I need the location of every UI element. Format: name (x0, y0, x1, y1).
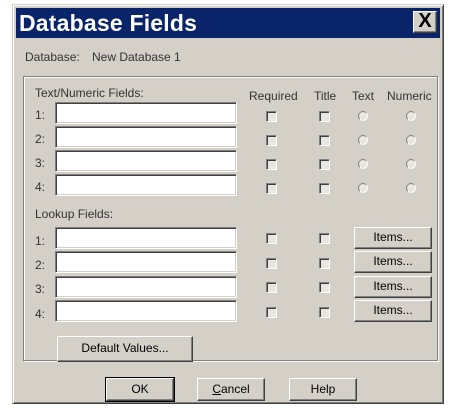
required-checkbox[interactable] (266, 111, 277, 122)
numeric-type-radio[interactable] (406, 159, 416, 169)
help-button[interactable]: Help (289, 378, 357, 401)
lookup-field-name-input[interactable] (55, 300, 237, 322)
numeric-type-radio[interactable] (406, 183, 416, 193)
lookup-field-number: 4: (35, 307, 46, 321)
text-type-radio[interactable] (358, 135, 368, 145)
lookup-field-number: 3: (35, 282, 46, 296)
numeric-type-radio[interactable] (406, 135, 416, 145)
required-checkbox[interactable] (266, 183, 277, 194)
items-button[interactable]: Items... (354, 276, 432, 298)
lookup-field-name-input[interactable] (55, 251, 237, 273)
title-checkbox[interactable] (319, 307, 330, 318)
text-field-name-input[interactable] (55, 174, 237, 196)
ok-button[interactable]: OK (105, 377, 175, 402)
lookup-fields-label: Lookup Fields: (35, 207, 114, 221)
text-field-name-input[interactable] (55, 102, 237, 124)
text-column-header: Text (352, 89, 375, 103)
close-icon: X (418, 10, 432, 32)
lookup-field-name-input[interactable] (55, 276, 237, 298)
text-field-number: 2: (35, 132, 46, 146)
title-checkbox[interactable] (319, 183, 330, 194)
text-type-radio[interactable] (358, 159, 368, 169)
items-button[interactable]: Items... (354, 251, 432, 273)
required-checkbox[interactable] (266, 258, 277, 269)
default-values-button[interactable]: Default Values... (57, 336, 193, 362)
title-checkbox[interactable] (319, 135, 330, 146)
text-field-number: 4: (35, 180, 46, 194)
text-type-radio[interactable] (358, 111, 368, 121)
title-checkbox[interactable] (319, 258, 330, 269)
database-name: New Database 1 (92, 50, 181, 64)
numeric-column-header: Numeric (387, 89, 432, 103)
lookup-field-number: 1: (35, 234, 46, 248)
items-button[interactable]: Items... (354, 227, 432, 249)
title-column-header: Title (314, 89, 337, 103)
close-button[interactable]: X (413, 11, 437, 33)
required-checkbox[interactable] (266, 307, 277, 318)
title-checkbox[interactable] (319, 159, 330, 170)
title-checkbox[interactable] (319, 282, 330, 293)
required-checkbox[interactable] (266, 135, 277, 146)
text-type-radio[interactable] (358, 183, 368, 193)
title-bar[interactable]: Database Fields X (16, 8, 440, 38)
items-button[interactable]: Items... (354, 300, 432, 322)
cancel-button[interactable]: Cancel (197, 378, 265, 401)
database-label: Database: (25, 50, 80, 64)
numeric-type-radio[interactable] (406, 111, 416, 121)
required-checkbox[interactable] (266, 282, 277, 293)
required-checkbox[interactable] (266, 233, 277, 244)
database-fields-dialog: Database Fields X Database: New Database… (12, 4, 444, 404)
required-checkbox[interactable] (266, 159, 277, 170)
text-field-number: 1: (35, 108, 46, 122)
text-numeric-fields-label: Text/Numeric Fields: (35, 86, 144, 100)
text-field-name-input[interactable] (55, 126, 237, 148)
lookup-field-number: 2: (35, 258, 46, 272)
text-field-name-input[interactable] (55, 150, 237, 172)
title-checkbox[interactable] (319, 233, 330, 244)
lookup-field-name-input[interactable] (55, 227, 237, 249)
required-column-header: Required (249, 89, 298, 103)
text-field-number: 3: (35, 156, 46, 170)
title-checkbox[interactable] (319, 111, 330, 122)
window-title: Database Fields (19, 10, 198, 36)
